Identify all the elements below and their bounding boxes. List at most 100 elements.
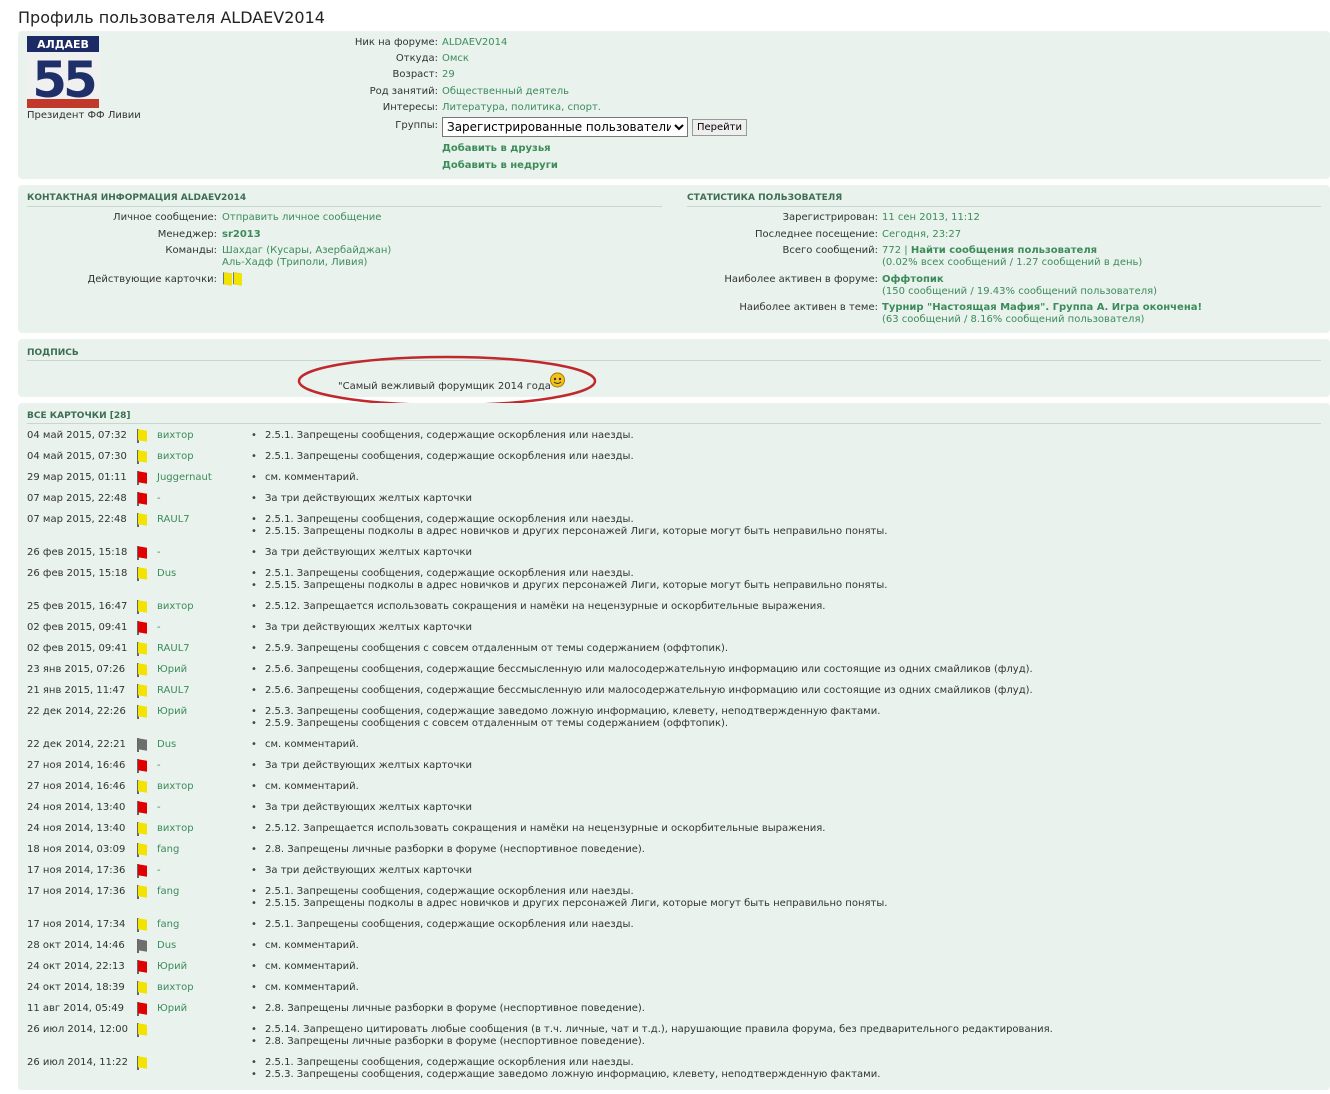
card-moderator[interactable]: RAUL7 [157,685,190,696]
card-moderator[interactable]: Dus [157,940,176,951]
yellow-card-icon [137,567,147,581]
page-title: Профиль пользователя ALDAEV2014 [18,8,325,27]
info-panel: КОНТАКТНАЯ ИНФОРМАЦИЯ ALDAEV2014 Личное … [18,185,1330,333]
card-reason: За три действующих желтых карточки [251,802,472,814]
send-pm-link[interactable]: Отправить личное сообщение [222,212,381,223]
go-button[interactable]: Перейти [692,119,747,136]
yellow-card-icon [137,780,147,794]
card-reason: 2.5.3. Запрещены сообщения, содержащие з… [251,1069,880,1081]
last-visit-label: Последнее посещение: [754,229,878,240]
card-reasons: 2.5.6. Запрещены сообщения, содержащие б… [251,664,1033,676]
card-moderator[interactable]: вихтор [157,823,194,834]
avatar: АЛДАЕВ 55 [27,36,99,108]
groups-label: Группы: [395,120,438,131]
team-link-2[interactable]: Аль-Хадф (Триполи, Ливия) [222,257,367,268]
card-moderator[interactable]: Юрий [157,664,187,675]
card-reason: см. комментарий. [251,940,359,952]
add-foe-link[interactable]: Добавить в недруги [442,160,558,171]
card-reason: За три действующих желтых карточки [251,622,472,634]
card-reasons: 2.5.12. Запрещается использовать сокраще… [251,823,825,835]
manager-link[interactable]: sr2013 [222,229,261,240]
card-reasons: 2.5.1. Запрещены сообщения, содержащие о… [251,514,887,538]
yellow-card-icon [234,272,242,286]
card-moderator[interactable]: вихтор [157,430,194,441]
posts-detail: (0.02% всех сообщений / 1.27 сообщений в… [882,257,1143,268]
from-label: Откуда: [395,53,438,64]
cards-divider [27,423,1321,424]
card-moderator[interactable]: Юрий [157,961,187,972]
card-moderator[interactable]: fang [157,844,179,855]
card-moderator[interactable]: Dus [157,568,176,579]
registered-value: 11 сен 2013, 11:12 [882,212,980,223]
nick-value: ALDAEV2014 [442,37,508,48]
card-moderator[interactable]: RAUL7 [157,643,190,654]
card-moderator[interactable]: Juggernaut [157,472,212,483]
yellow-card-icon [137,1023,147,1037]
card-moderator[interactable]: RAUL7 [157,514,190,525]
card-reasons: 2.5.12. Запрещается использовать сокраще… [251,601,825,613]
occupation-value: Общественный деятель [442,86,569,97]
contact-divider [27,206,662,207]
card-reason: За три действующих желтых карточки [251,547,472,559]
card-moderator[interactable]: Юрий [157,1003,187,1014]
find-posts-link[interactable]: Найти сообщения пользователя [911,245,1097,256]
card-reason: 2.5.12. Запрещается использовать сокраще… [251,823,825,835]
card-moderator[interactable]: вихтор [157,982,194,993]
posts-value: 772 | Найти сообщения пользователя [882,245,1097,256]
card-date: 27 ноя 2014, 16:46 [27,781,126,792]
age-label: Возраст: [392,69,438,80]
card-date: 02 фев 2015, 09:41 [27,622,128,633]
card-reasons: см. комментарий. [251,961,359,973]
red-card-icon [137,864,147,878]
nick-label: Ник на форуме: [354,37,438,48]
card-moderator[interactable]: вихтор [157,781,194,792]
red-card-icon [137,759,147,773]
card-reason: 2.5.1. Запрещены сообщения, содержащие о… [251,568,887,580]
cards-title: ВСЕ КАРТОЧКИ [28] [27,411,131,421]
card-moderator[interactable]: Юрий [157,706,187,717]
card-date: 24 ноя 2014, 13:40 [27,823,126,834]
card-moderator: - [157,493,161,504]
card-reason: 2.5.9. Запрещены сообщения с совсем отда… [251,718,880,730]
gray-card-icon [137,738,147,752]
active-topic-link[interactable]: Турнир "Настоящая Мафия". Группа А. Игра… [882,302,1202,313]
card-reason: 2.5.15. Запрещены подколы в адрес новичк… [251,526,887,538]
card-date: 04 май 2015, 07:32 [27,430,127,441]
card-moderator[interactable]: fang [157,886,179,897]
card-date: 26 июл 2014, 11:22 [27,1057,129,1068]
card-reason: 2.5.1. Запрещены сообщения, содержащие о… [251,919,634,931]
pm-label: Личное сообщение: [113,212,217,223]
card-reason: см. комментарий. [251,961,359,973]
card-reason: За три действующих желтых карточки [251,493,472,505]
interests-label: Интересы: [382,102,438,113]
stats-title: СТАТИСТИКА ПОЛЬЗОВАТЕЛЯ [687,193,843,203]
yellow-card-icon [137,513,147,527]
card-date: 17 ноя 2014, 17:36 [27,865,126,876]
yellow-card-icon [137,981,147,995]
card-reasons: За три действующих желтых карточки [251,865,472,877]
card-moderator: - [157,547,161,558]
group-select[interactable]: Зарегистрированные пользователи [442,117,688,137]
card-moderator[interactable]: вихтор [157,601,194,612]
active-forum-link[interactable]: Оффтопик [882,274,944,285]
card-moderator[interactable]: fang [157,919,179,930]
team-link-1[interactable]: Шахдаг (Кусары, Азербайджан) [222,245,391,256]
red-card-icon [137,801,147,815]
active-forum-label: Наиболее активен в форуме: [724,274,878,285]
card-reason: 2.5.12. Запрещается использовать сокраще… [251,601,825,613]
yellow-card-icon [137,705,147,719]
card-reasons: 2.5.6. Запрещены сообщения, содержащие б… [251,685,1033,697]
card-moderator[interactable]: вихтор [157,451,194,462]
card-reason: 2.5.1. Запрещены сообщения, содержащие о… [251,451,634,463]
interests-value: Литература, политика, спорт. [442,102,601,113]
red-card-icon [137,471,147,485]
card-reason: 2.5.1. Запрещены сообщения, содержащие о… [251,514,887,526]
card-reason: За три действующих желтых карточки [251,760,472,772]
card-moderator[interactable]: Dus [157,739,176,750]
posts-separator: | [904,245,908,256]
red-card-icon [137,546,147,560]
yellow-card-icon [137,885,147,899]
card-date: 26 фев 2015, 15:18 [27,568,128,579]
add-friend-link[interactable]: Добавить в друзья [442,143,551,154]
stats-divider [687,206,1321,207]
